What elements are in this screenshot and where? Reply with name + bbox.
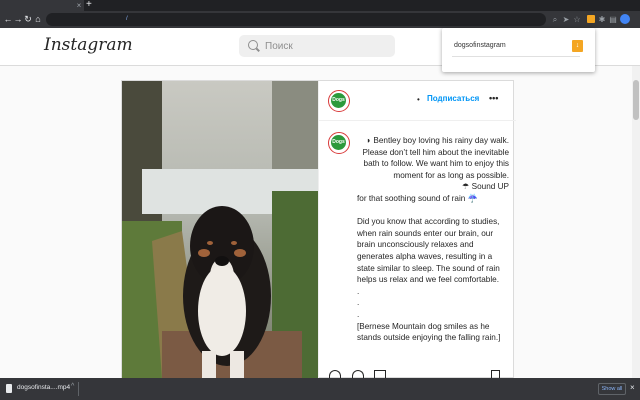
dog-photo <box>122 81 318 379</box>
puzzle-icon[interactable]: ✱ <box>597 11 607 28</box>
follow-separator: • <box>417 95 420 104</box>
reload-icon[interactable]: ↻ <box>23 11 33 28</box>
caption-avatar-label: Dogs <box>331 135 346 150</box>
extension-input-underline <box>452 56 580 57</box>
new-tab-icon[interactable]: + <box>86 0 94 11</box>
caption-line: Did you know that according to studies, … <box>357 217 500 285</box>
download-menu-icon[interactable]: ^ <box>71 383 74 390</box>
caption-line: [Bernese Mountain dog smiles as he stand… <box>357 321 501 343</box>
address-bar[interactable]: / <box>46 13 546 26</box>
search-input[interactable] <box>265 39 385 53</box>
account-avatar-label: Dogs <box>331 93 346 108</box>
extension-popup: dogsofinstagram ↓ <box>442 28 595 72</box>
download-separator <box>78 382 79 396</box>
file-icon <box>6 384 12 393</box>
home-icon[interactable]: ⌂ <box>33 11 43 28</box>
forward-icon[interactable]: → <box>13 11 23 28</box>
page-scrollbar[interactable] <box>632 66 640 378</box>
caption-line: . <box>357 286 360 296</box>
send-icon[interactable]: ➤ <box>561 11 571 28</box>
search-box[interactable] <box>239 35 395 57</box>
instagram-logo[interactable]: Instagram <box>44 35 133 55</box>
caption-line: ◗ Bentley boy loving his rainy day walk.… <box>362 136 509 180</box>
post-sidebar: Dogs • Подписаться ••• Dogs ◗ Bentley bo… <box>318 81 516 379</box>
search-icon <box>248 40 258 50</box>
more-options-icon[interactable]: ••• <box>489 93 498 103</box>
caption-gap <box>357 205 509 217</box>
caption-line: for that soothing sound of rain ☔ <box>357 193 478 203</box>
post-card: Dogs • Подписаться ••• Dogs ◗ Bentley bo… <box>121 80 516 379</box>
follow-button[interactable]: Подписаться <box>427 94 479 103</box>
active-tab[interactable]: × <box>0 0 84 11</box>
show-all-button[interactable]: Show all <box>598 383 626 395</box>
caption-line: . <box>357 309 360 319</box>
profile-avatar[interactable] <box>620 14 630 24</box>
extension-go-button[interactable]: ↓ <box>572 40 583 52</box>
back-icon[interactable]: ← <box>3 11 13 28</box>
media-icon[interactable]: ▤ <box>608 11 618 28</box>
address-text: / <box>126 16 128 22</box>
scrollbar-thumb[interactable] <box>633 80 639 120</box>
tab-strip: × + <box>0 0 640 11</box>
close-download-bar-icon[interactable]: × <box>630 383 635 392</box>
account-avatar[interactable]: Dogs <box>328 90 350 112</box>
browser-toolbar: ← → ↻ ⌂ / ⌕ ➤ ☆ ✱ ▤ <box>0 11 640 28</box>
caption-line: ☂ Sound UP <box>462 182 509 192</box>
download-bar: dogsofinsta....mp4 ^ Show all × <box>0 378 640 400</box>
caption-avatar[interactable]: Dogs <box>328 132 350 154</box>
caption-line: . <box>357 298 360 308</box>
extension-icon[interactable] <box>587 15 595 23</box>
post-image[interactable] <box>122 81 318 379</box>
extension-input-text[interactable]: dogsofinstagram <box>454 42 506 49</box>
close-tab-icon[interactable]: × <box>74 0 84 11</box>
post-header: Dogs • Подписаться ••• <box>319 81 516 121</box>
download-filename[interactable]: dogsofinsta....mp4 <box>17 384 70 391</box>
search-icon[interactable]: ⌕ <box>550 11 560 28</box>
post-caption: ◗ Bentley boy loving his rainy day walk.… <box>357 135 509 344</box>
star-icon[interactable]: ☆ <box>572 11 582 28</box>
